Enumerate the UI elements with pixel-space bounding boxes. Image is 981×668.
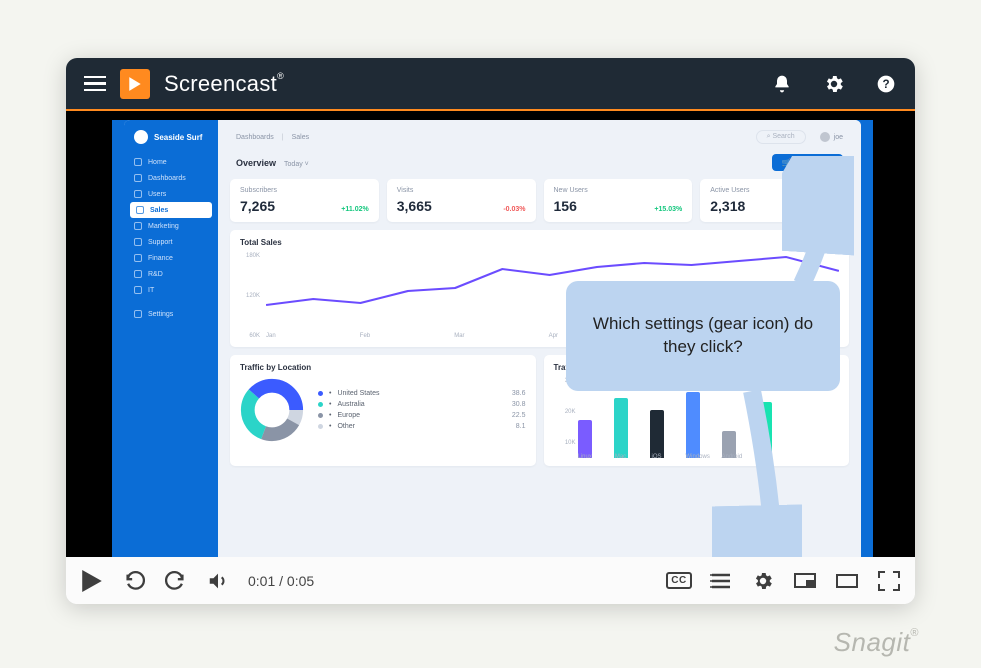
donut-chart-icon (240, 378, 304, 442)
volume-icon[interactable] (206, 569, 230, 593)
annotation-callout: Which settings (gear icon) do they click… (566, 281, 840, 391)
help-icon[interactable]: ? (875, 73, 897, 95)
sidebar-item-it[interactable]: IT (124, 282, 218, 298)
player-settings-gear-icon[interactable] (751, 569, 775, 593)
sidebar-item-settings[interactable]: Settings (124, 306, 218, 322)
watermark: Snagit® (834, 627, 919, 658)
sidebar-item-support[interactable]: Support (124, 234, 218, 250)
fullscreen-icon[interactable] (877, 569, 901, 593)
dashboard-brand: Seaside Surf (124, 130, 218, 154)
kpi-new-users: New Users 156+15.03% (544, 179, 693, 222)
kpi-subscribers: Subscribers 7,265+11.02% (230, 179, 379, 222)
captions-icon[interactable]: CC (667, 569, 691, 593)
notifications-icon[interactable] (771, 73, 793, 95)
player-controls: 0:01 / 0:05 CC (66, 557, 915, 604)
traffic-location-card: Traffic by Location • United States38.6 (230, 355, 536, 466)
playback-time: 0:01 / 0:05 (248, 573, 314, 589)
hamburger-menu-icon[interactable] (84, 76, 106, 92)
brand-name: Screencast® (164, 71, 284, 97)
forward-icon[interactable] (164, 569, 188, 593)
settings-gear-icon[interactable] (823, 73, 845, 95)
dashboard-sidebar: Seaside Surf Home Dashboards Users Sales… (124, 120, 218, 557)
sidebar-item-finance[interactable]: Finance (124, 250, 218, 266)
kpi-row: Subscribers 7,265+11.02% Visits 3,665-0.… (230, 179, 849, 222)
user-menu[interactable]: joe (820, 132, 843, 142)
sidebar-item-users[interactable]: Users (124, 186, 218, 202)
arrow-up-icon (782, 156, 854, 286)
sidebar-item-home[interactable]: Home (124, 154, 218, 170)
sidebar-item-rnd[interactable]: R&D (124, 266, 218, 282)
theater-mode-icon[interactable] (835, 569, 859, 593)
play-icon[interactable] (80, 569, 104, 593)
overview-title: Overview (236, 158, 276, 168)
app-header: Screencast® ? (66, 58, 915, 109)
brand-logo-icon (120, 69, 150, 99)
search-input[interactable]: ⌕ Search (756, 130, 806, 144)
picture-in-picture-icon[interactable] (793, 569, 817, 593)
sidebar-item-sales[interactable]: Sales (130, 202, 212, 218)
kpi-visits: Visits 3,665-0.03% (387, 179, 536, 222)
video-canvas[interactable]: Seaside Surf Home Dashboards Users Sales… (66, 109, 915, 557)
rewind-icon[interactable] (122, 569, 146, 593)
svg-text:?: ? (882, 78, 889, 91)
sidebar-item-dashboards[interactable]: Dashboards (124, 170, 218, 186)
sidebar-item-marketing[interactable]: Marketing (124, 218, 218, 234)
chapters-list-icon[interactable] (709, 569, 733, 593)
video-player-window: Screencast® ? Seaside Surf Home Dashboar… (66, 58, 915, 604)
date-filter[interactable]: Today ˅ (284, 161, 309, 168)
breadcrumb: Dashboards|Sales ⌕ Search joe (230, 128, 849, 150)
